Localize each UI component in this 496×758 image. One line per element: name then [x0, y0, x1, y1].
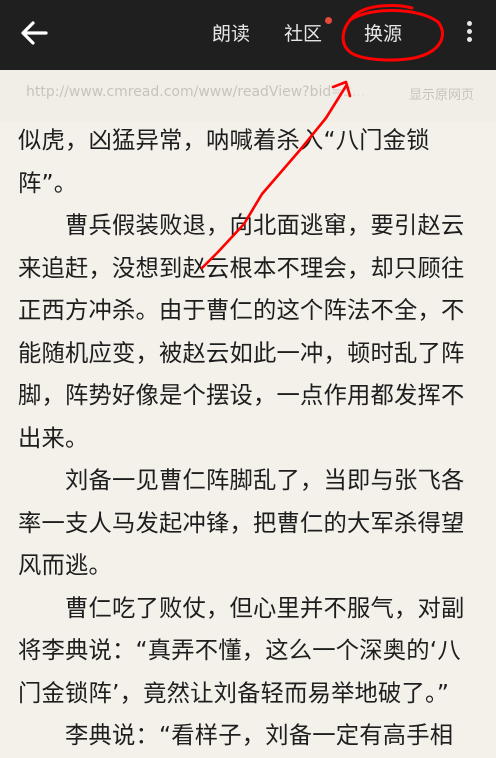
back-button[interactable]	[18, 16, 52, 50]
community-button[interactable]: 社区	[284, 20, 322, 48]
more-options-button[interactable]	[462, 18, 476, 52]
more-vertical-icon	[466, 21, 472, 26]
read-aloud-button[interactable]: 朗读	[212, 20, 250, 48]
url-bar: http://www.cmread.com/www/readView?bid=3…	[0, 70, 496, 122]
paragraph: 曹仁吃了败仗，但心里并不服气，对副将李典说：“真弄不懂，这么一个深奥的‘八门金锁…	[18, 594, 465, 707]
reading-content[interactable]: 似虎，凶猛异常，呐喊着杀入“八门金锁阵”。 曹兵假装败退，向北面逃窜，要引赵云来…	[18, 120, 480, 758]
paragraph: 似虎，凶猛异常，呐喊着杀入“八门金锁阵”。	[18, 127, 430, 197]
paragraph: 刘备一见曹仁阵脚乱了，当即与张飞各率一支人马发起冲锋，把曹仁的大军杀得望风而逃。	[18, 467, 465, 579]
notification-dot	[325, 17, 332, 24]
paragraph: 李典说：“看样子，刘备一定有高手相	[65, 722, 454, 749]
change-source-button[interactable]: 换源	[364, 20, 402, 48]
top-toolbar: 朗读 社区 换源	[0, 0, 496, 70]
page-url: http://www.cmread.com/www/readView?bid=3…	[26, 84, 366, 100]
arrow-left-icon	[21, 21, 48, 45]
show-source-page-button[interactable]: 显示原网页	[409, 84, 474, 103]
paragraph: 曹兵假装败退，向北面逃窜，要引赵云来追赶，没想到赵云根本不理会，却只顾往正西方冲…	[18, 212, 465, 452]
